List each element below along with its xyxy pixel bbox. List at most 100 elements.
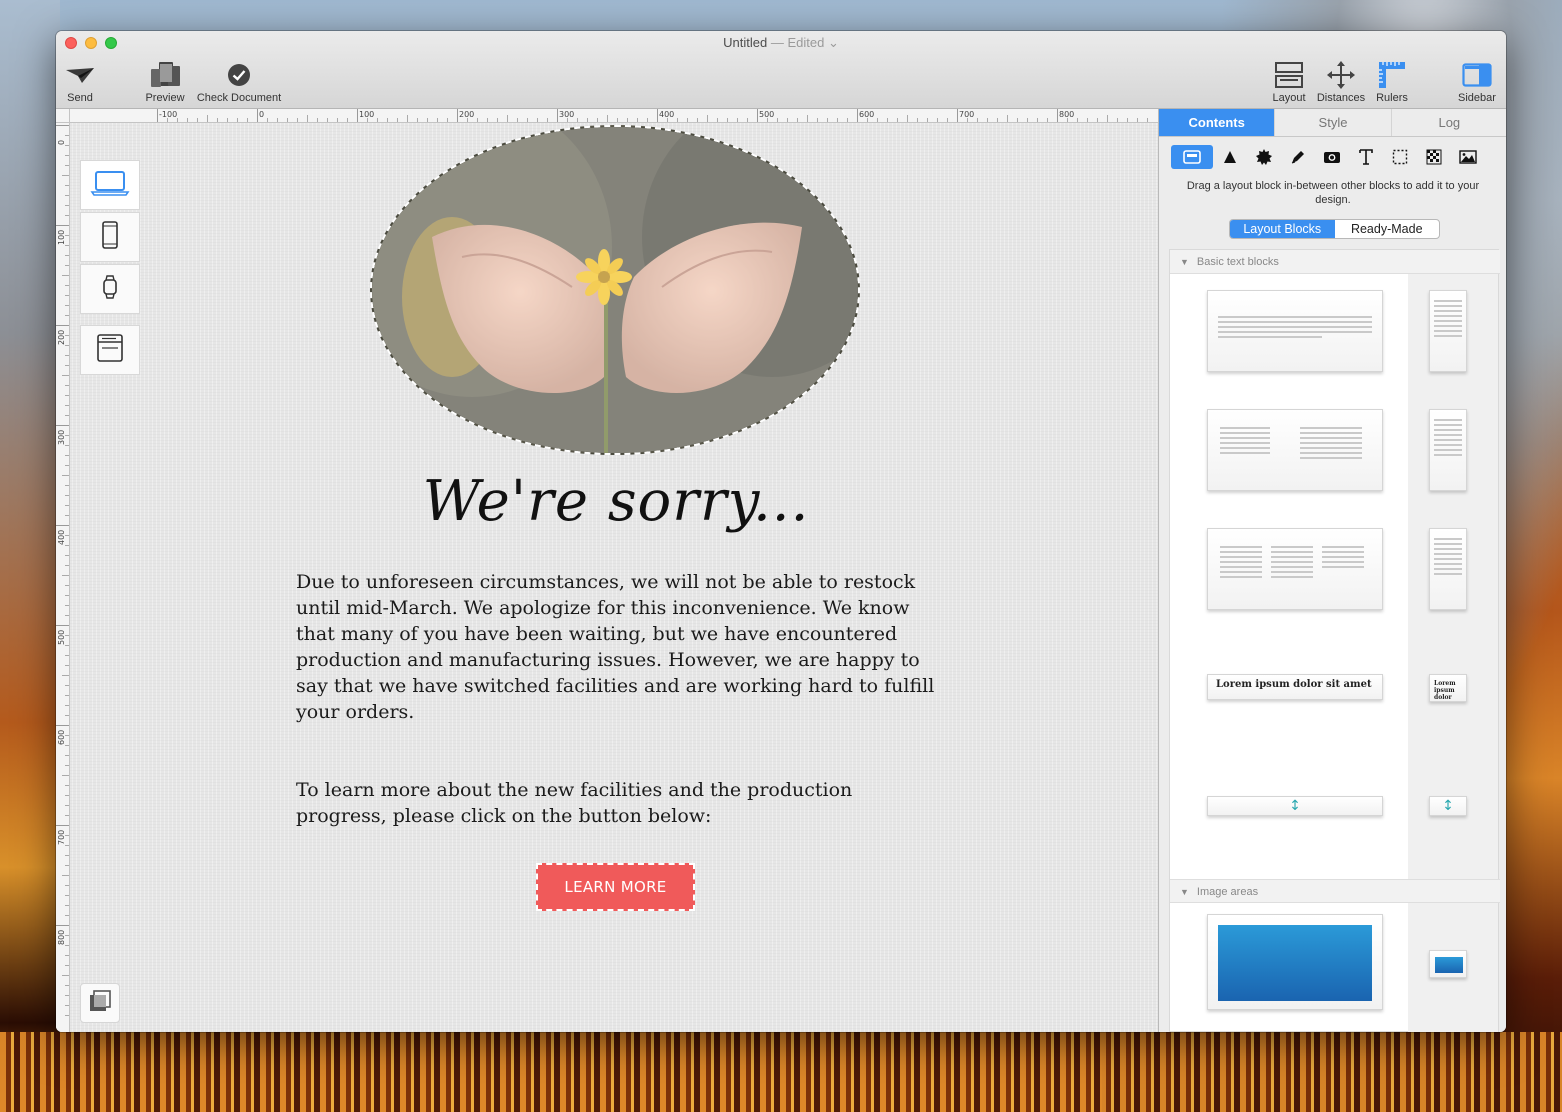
- ruler-major-tick: [157, 109, 158, 122]
- section-image-areas[interactable]: ▼ Image areas: [1170, 879, 1500, 903]
- block-image-area[interactable]: [1207, 914, 1383, 1010]
- block-heading[interactable]: Lorem ipsum dolor sit amet: [1207, 674, 1383, 700]
- ruler-minor-tick: [65, 155, 69, 156]
- image-placeholder: [1218, 925, 1372, 1001]
- block-two-column-text[interactable]: [1207, 409, 1383, 491]
- ruler-minor-tick: [607, 115, 608, 122]
- block-three-column-text[interactable]: [1207, 528, 1383, 610]
- ruler-minor-tick: [637, 118, 638, 122]
- block-heading-mobile[interactable]: Lorem ipsum dolor sit amet: [1429, 674, 1467, 702]
- template-icon: [96, 333, 124, 368]
- image-icon[interactable]: [1451, 145, 1485, 169]
- ruler-minor-tick: [65, 765, 69, 766]
- ruler-minor-tick: [65, 785, 69, 786]
- ruler-major-tick: [56, 625, 69, 626]
- block-image-area-mobile[interactable]: [1429, 950, 1467, 978]
- sidebar-icon: [1454, 59, 1500, 91]
- checkmark-circle-icon: [192, 59, 286, 91]
- tab-contents[interactable]: Contents: [1159, 109, 1276, 136]
- block-source-segmented-control: Layout Blocks Ready-Made: [1229, 219, 1440, 239]
- ruler-minor-tick: [65, 865, 69, 866]
- ruler-minor-tick: [677, 118, 678, 122]
- send-button[interactable]: Send: [62, 59, 98, 104]
- edited-status: — Edited: [770, 35, 825, 50]
- ruler-major-tick: [56, 325, 69, 326]
- block-spacer[interactable]: ↕: [1207, 796, 1383, 816]
- ruler-minor-tick: [977, 118, 978, 122]
- learn-more-button[interactable]: LEARN MORE: [536, 863, 695, 911]
- block-spacer-mobile[interactable]: ↕: [1429, 796, 1467, 816]
- preview-button[interactable]: Preview: [142, 59, 188, 104]
- selection-icon[interactable]: [1383, 145, 1417, 169]
- ruler-minor-tick: [65, 415, 69, 416]
- ruler-minor-tick: [65, 395, 69, 396]
- hero-image[interactable]: [370, 125, 860, 455]
- template-preview-button[interactable]: [80, 325, 140, 375]
- ruler-minor-tick: [65, 535, 69, 536]
- distances-arrows-icon: [1314, 59, 1368, 91]
- section-basic-text-blocks[interactable]: ▼ Basic text blocks: [1170, 250, 1500, 274]
- ruler-minor-tick: [1107, 115, 1108, 122]
- ruler-minor-tick: [187, 118, 188, 122]
- layout-button[interactable]: Layout: [1268, 59, 1310, 104]
- ruler-minor-tick: [347, 118, 348, 122]
- phone-preview-button[interactable]: [80, 212, 140, 262]
- ruler-corner: [56, 109, 70, 123]
- layers-tool-button[interactable]: [80, 983, 120, 1023]
- block-single-column-text[interactable]: [1207, 290, 1383, 372]
- ruler-minor-tick: [367, 118, 368, 122]
- ruler-minor-tick: [1027, 118, 1028, 122]
- text-icon[interactable]: [1349, 145, 1383, 169]
- tab-style[interactable]: Style: [1275, 109, 1392, 136]
- design-canvas[interactable]: -100 0 100 200 300 400 500 600 700 800 0 100 200 300…: [56, 109, 1158, 1032]
- ruler-major-tick: [56, 525, 69, 526]
- ruler-major-tick: [857, 109, 858, 122]
- ruler-minor-tick: [707, 115, 708, 122]
- ruler-minor-tick: [65, 715, 69, 716]
- camera-icon[interactable]: [1315, 145, 1349, 169]
- ruler-major-tick: [56, 825, 69, 826]
- tab-log[interactable]: Log: [1392, 109, 1506, 136]
- sidebar-tabs: Contents Style Log: [1159, 109, 1506, 137]
- pen-icon[interactable]: [1281, 145, 1315, 169]
- ruler-minor-tick: [65, 185, 69, 186]
- ruler-minor-tick: [227, 118, 228, 122]
- check-document-button[interactable]: Check Document: [192, 59, 286, 104]
- sidebar-hint: Drag a layout block in-between other blo…: [1186, 180, 1480, 206]
- segment-ready-made[interactable]: Ready-Made: [1335, 220, 1440, 238]
- image-overlay: [372, 127, 858, 453]
- ruler-minor-tick: [65, 745, 69, 746]
- ruler-label: 800: [57, 929, 66, 945]
- ruler-label: 200: [57, 329, 66, 345]
- ruler-minor-tick: [697, 118, 698, 122]
- desktop-preview-button[interactable]: [80, 160, 140, 210]
- title-chevron-icon[interactable]: ⌄: [828, 35, 839, 50]
- block-single-column-text-mobile[interactable]: [1429, 290, 1467, 372]
- ruler-minor-tick: [867, 118, 868, 122]
- email-headline[interactable]: We're sorry...: [296, 469, 936, 534]
- ruler-minor-tick: [65, 935, 69, 936]
- disclosure-triangle-icon: ▼: [1180, 887, 1189, 897]
- distances-button[interactable]: Distances: [1314, 59, 1368, 104]
- sidebar-toggle-button[interactable]: Sidebar: [1454, 59, 1500, 104]
- ruler-minor-tick: [65, 345, 69, 346]
- ruler-minor-tick: [627, 118, 628, 122]
- watch-preview-button[interactable]: [80, 264, 140, 314]
- email-paragraph-1[interactable]: Due to unforeseen circumstances, we will…: [296, 569, 936, 725]
- email-paragraph-2[interactable]: To learn more about the new facilities a…: [296, 777, 936, 829]
- rulers-button[interactable]: Rulers: [1372, 59, 1412, 104]
- layout-block-icon[interactable]: [1171, 145, 1213, 169]
- ruler-minor-tick: [65, 235, 69, 236]
- segment-layout-blocks[interactable]: Layout Blocks: [1230, 220, 1335, 238]
- ruler-minor-tick: [277, 118, 278, 122]
- ruler-minor-tick: [65, 295, 69, 296]
- triangle-icon[interactable]: [1213, 145, 1247, 169]
- pattern-icon[interactable]: [1417, 145, 1451, 169]
- ruler-minor-tick: [65, 905, 69, 906]
- watch-icon: [102, 274, 118, 304]
- badge-icon[interactable]: [1247, 145, 1281, 169]
- block-three-column-text-mobile[interactable]: [1429, 528, 1467, 610]
- ruler-minor-tick: [65, 465, 69, 466]
- titlebar: Untitled — Edited ⌄ Send Preview Check D…: [56, 31, 1506, 109]
- block-two-column-text-mobile[interactable]: [1429, 409, 1467, 491]
